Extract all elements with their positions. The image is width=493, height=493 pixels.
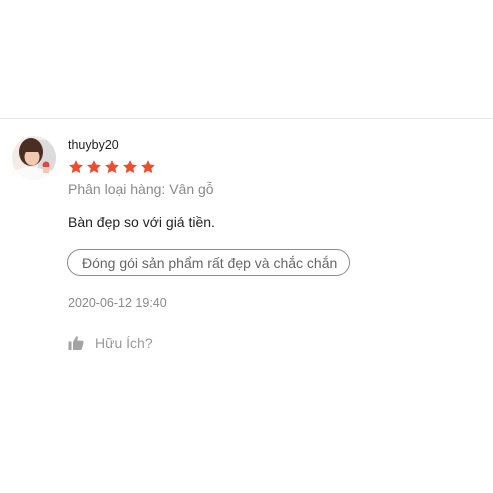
divider bbox=[0, 118, 493, 119]
helpful-label: Hữu Ích? bbox=[95, 335, 153, 351]
helpful-button[interactable]: Hữu Ích? bbox=[68, 333, 153, 353]
star-icon bbox=[87, 160, 101, 174]
review-page: thuyby20 Phân loại hàng: Vân gỗ Bàn đẹp … bbox=[0, 0, 493, 493]
review-timestamp: 2020-06-12 19:40 bbox=[68, 296, 167, 310]
star-icon bbox=[141, 160, 155, 174]
star-icon bbox=[69, 160, 83, 174]
product-variation: Phân loại hàng: Vân gỗ bbox=[68, 181, 214, 197]
username[interactable]: thuyby20 bbox=[68, 138, 119, 152]
avatar[interactable] bbox=[12, 136, 56, 180]
review-comment: Bàn đẹp so với giá tiền. bbox=[68, 214, 215, 230]
star-icon bbox=[123, 160, 137, 174]
review-tag: Đóng gói sản phẩm rất đẹp và chắc chắn bbox=[67, 249, 351, 276]
thumbs-up-icon bbox=[68, 336, 84, 350]
star-icon bbox=[105, 160, 119, 174]
star-rating bbox=[68, 159, 156, 177]
